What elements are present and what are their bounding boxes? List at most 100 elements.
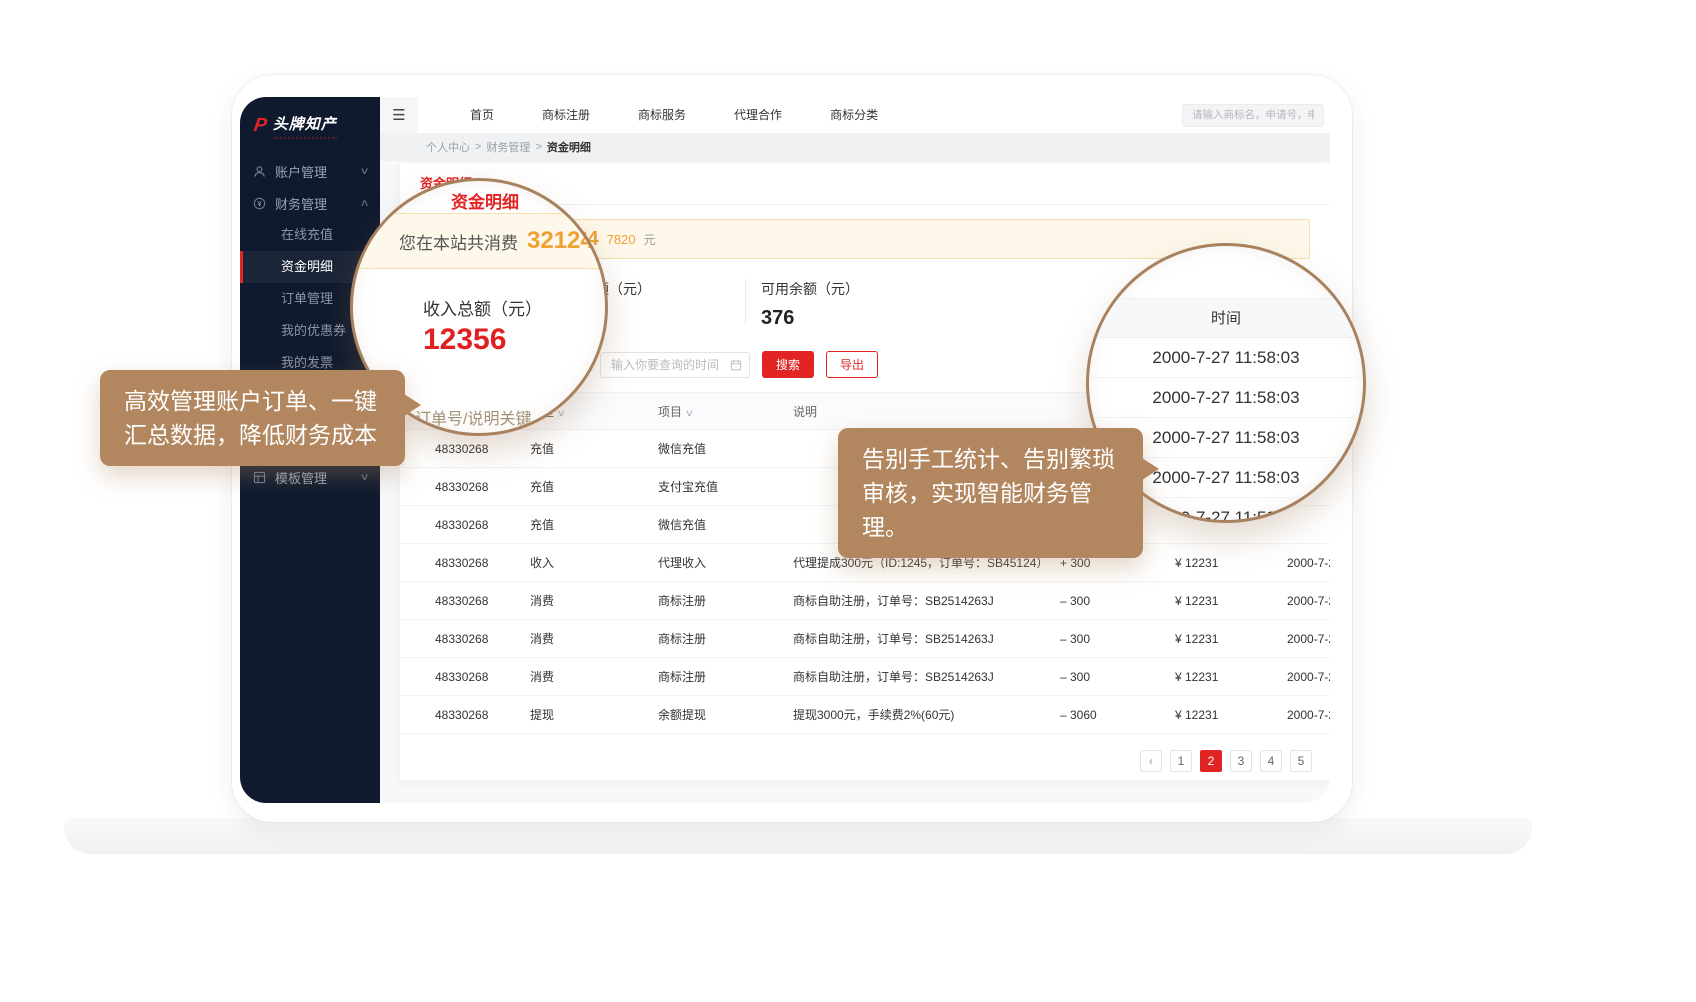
search-button[interactable]: 搜索 [762,351,814,378]
cell-balance: ¥ 12231 [1175,670,1287,684]
cell-amount: – 300 [1060,594,1175,608]
nav-item-home[interactable]: 首页 [446,97,518,133]
lens-banner-text: 您在本站共消费 [399,229,518,254]
cell-desc: 提现3000元，手续费2%(60元) [793,706,1060,723]
breadcrumb-item[interactable]: 个人中心 [426,139,470,155]
callout-arrow-right-icon [1142,458,1159,480]
sort-caret-icon: ∨ [684,408,694,419]
callout-left-text: 高效管理账户订单、一键汇总数据，降低财务成本 [124,388,377,448]
chevron-down-icon: ∨ [359,166,369,177]
table-row: 48330268 提现 余额提现 提现3000元，手续费2%(60元) – 30… [400,696,1330,734]
nav-item-trademark-category[interactable]: 商标分类 [806,97,902,133]
sidebar-item-label: 模板管理 [275,468,353,487]
laptop-mockup: P 头牌知产 账户管理 ∨ [0,0,1696,1002]
date-filter [600,352,750,378]
logo[interactable]: P 头牌知产 [240,97,380,155]
pagination-page-1[interactable]: 1 [1170,750,1192,772]
cell-order: 48330268 [400,442,530,456]
lens-banner-amount: 32124 [527,227,594,255]
sidebar-item-label: 账户管理 [275,162,353,181]
cell-type: 消费 [530,592,658,609]
nav-item-trademark-register[interactable]: 商标注册 [518,97,614,133]
breadcrumb-current: 资金明细 [547,139,591,155]
cell-amount: – 300 [1060,670,1175,684]
cell-project: 支付宝充值 [658,478,793,495]
date-range-input[interactable] [600,352,750,378]
stat-label: 可用余额（元） [761,279,859,299]
breadcrumb-separator: > [475,141,481,153]
pagination-page-4[interactable]: 4 [1260,750,1282,772]
sidebar-item-account[interactable]: 账户管理 ∨ [240,155,380,187]
sort-caret-icon: ∨ [556,408,566,419]
cell-type: 消费 [530,630,658,647]
lens-time-column-header: 时间 [1089,298,1363,338]
cell-order: 48330268 [400,670,530,684]
cell-time: 2000-7-27 11:58:03 [1287,670,1330,684]
cell-time: 2000-7-27 11:58:03 [1287,708,1330,722]
pagination-prev-button[interactable]: ‹ [1140,750,1162,772]
cell-type: 消费 [530,668,658,685]
table-row: 48330268 消费 商标注册 商标自助注册，订单号：SB2514263J –… [400,658,1330,696]
cell-project: 余额提现 [658,706,793,723]
cell-project: 商标注册 [658,668,793,685]
logo-text: 头牌知产 [273,113,337,139]
cell-project: 商标注册 [658,630,793,647]
cell-type: 收入 [530,554,658,571]
calendar-icon[interactable] [730,359,742,371]
cell-type: 充值 [530,478,658,495]
cell-balance: ¥ 12231 [1175,632,1287,646]
table-row: 48330268 消费 商标注册 商标自助注册，订单号：SB2514263J –… [400,582,1330,620]
callout-arrow-right-icon [404,394,421,416]
chevron-down-icon: ∨ [359,472,369,483]
column-header-project[interactable]: 项目∨ [658,403,793,420]
callout-left: 高效管理账户订单、一键汇总数据，降低财务成本 [100,370,405,466]
nav-item-trademark-services[interactable]: 商标服务 [614,97,710,133]
hamburger-menu-icon[interactable]: ☰ [380,97,418,133]
callout-right: 告别手工统计、告别繁琐审核，实现智能财务管理。 [838,428,1143,558]
cell-balance: ¥ 12231 [1175,556,1287,570]
cell-project: 微信充值 [658,516,793,533]
lens-time-cell: 2000-7-27 11:58:03 [1089,378,1363,418]
callout-right-text: 告别手工统计、告别繁琐审核，实现智能财务管理。 [862,446,1115,540]
cell-time: 2000-7-27 11:58:03 [1287,632,1330,646]
lens-stat-label: 收入总额（元） [423,295,542,320]
lens-time-cell: 2000-7-27 11:58:03 [1089,338,1363,378]
export-button[interactable]: 导出 [826,351,878,378]
cell-type: 充值 [530,516,658,533]
stat-divider [745,279,746,325]
cell-desc: 商标自助注册，订单号：SB2514263J [793,592,1060,609]
pagination-page-5[interactable]: 5 [1290,750,1312,772]
column-header-desc: 说明 [793,403,1060,420]
pagination-page-2-active[interactable]: 2 [1200,750,1222,772]
lens-banner: 您在本站共消费 32124 [350,213,608,269]
cell-balance: ¥ 12231 [1175,594,1287,608]
cell-type: 提现 [530,706,658,723]
pagination: ‹ 1 2 3 4 5 [400,734,1330,772]
cell-order: 48330268 [400,594,530,608]
cell-desc: 商标自助注册，订单号：SB2514263J [793,630,1060,647]
table-row: 48330268 消费 商标注册 商标自助注册，订单号：SB2514263J –… [400,620,1330,658]
cell-amount: – 3060 [1060,708,1175,722]
sidebar-item-label: 财务管理 [275,194,353,213]
cell-project: 商标注册 [658,592,793,609]
cell-project: 微信充值 [658,440,793,457]
breadcrumb-item[interactable]: 财务管理 [486,139,530,155]
user-icon [252,165,267,178]
cell-balance: ¥ 12231 [1175,708,1287,722]
pagination-page-3[interactable]: 3 [1230,750,1252,772]
cell-type: 充值 [530,440,658,457]
cell-order: 48330268 [400,708,530,722]
top-navigation: 首页 商标注册 商标服务 代理合作 商标分类 [446,97,902,133]
nav-item-agency-cooperation[interactable]: 代理合作 [710,97,806,133]
lens-tab-label: 资金明细 [451,188,519,213]
lens-stat-value: 12356 [423,323,506,357]
laptop-base [64,818,1532,854]
search-input[interactable] [1182,104,1324,127]
cell-order: 48330268 [400,480,530,494]
cell-order: 48330268 [400,556,530,570]
cell-desc: 商标自助注册，订单号：SB2514263J [793,668,1060,685]
chevron-up-icon: ∧ [359,198,369,209]
stat-value: 376 [761,307,859,330]
banner-secondary-amount: 7820 [607,232,636,247]
cell-order: 48330268 [400,632,530,646]
